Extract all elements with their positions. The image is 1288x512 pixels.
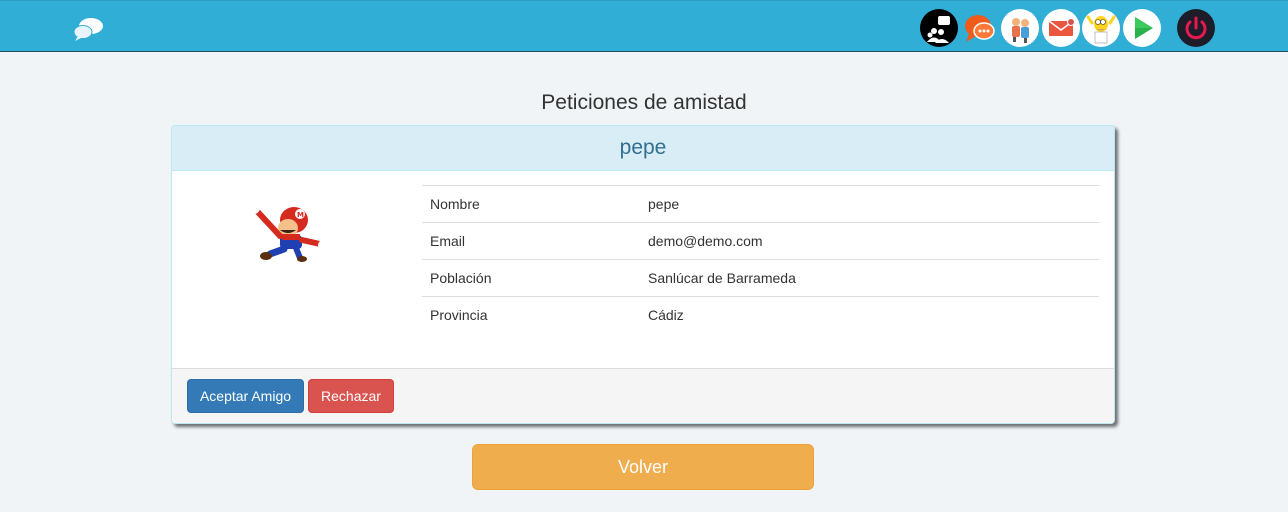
back-button[interactable]: Volver	[472, 444, 814, 490]
panel-footer: Aceptar Amigo Rechazar	[172, 368, 1114, 423]
table-row: Email demo@demo.com	[422, 222, 1099, 260]
requester-name-heading: pepe	[172, 126, 1114, 171]
field-label: Nombre	[422, 185, 640, 223]
power-icon[interactable]	[1177, 9, 1215, 47]
reject-button[interactable]: Rechazar	[308, 379, 394, 413]
field-value: Cádiz	[640, 296, 1099, 333]
table-row: Población Sanlúcar de Barrameda	[422, 259, 1099, 297]
field-value: Sanlúcar de Barrameda	[640, 259, 1099, 297]
table-row: Nombre pepe	[422, 185, 1099, 223]
friends-icon[interactable]	[1001, 9, 1039, 47]
group-chat-icon[interactable]	[920, 9, 958, 47]
field-value: pepe	[640, 185, 1099, 223]
mario-avatar: M	[244, 188, 334, 262]
page-title: Peticiones de amistad	[541, 91, 747, 114]
table-row: Provincia Cádiz	[422, 296, 1099, 333]
requester-info-table: Nombre pepe Email demo@demo.com Població…	[422, 185, 1099, 333]
field-label: Provincia	[422, 296, 640, 333]
homer-avatar-icon[interactable]	[1082, 9, 1120, 47]
chat-bubbles-icon[interactable]	[72, 16, 106, 42]
friend-request-panel: pepe M Nombre pepe Email demo@demo.com P…	[171, 125, 1115, 424]
field-value: demo@demo.com	[640, 222, 1099, 260]
svg-text:M: M	[297, 211, 304, 219]
accept-friend-button[interactable]: Aceptar Amigo	[187, 379, 304, 413]
top-navbar	[0, 0, 1288, 52]
field-label: Población	[422, 259, 640, 297]
messages-icon[interactable]	[961, 9, 999, 47]
field-label: Email	[422, 222, 640, 260]
play-icon[interactable]	[1123, 9, 1161, 47]
mail-icon[interactable]	[1042, 9, 1080, 47]
